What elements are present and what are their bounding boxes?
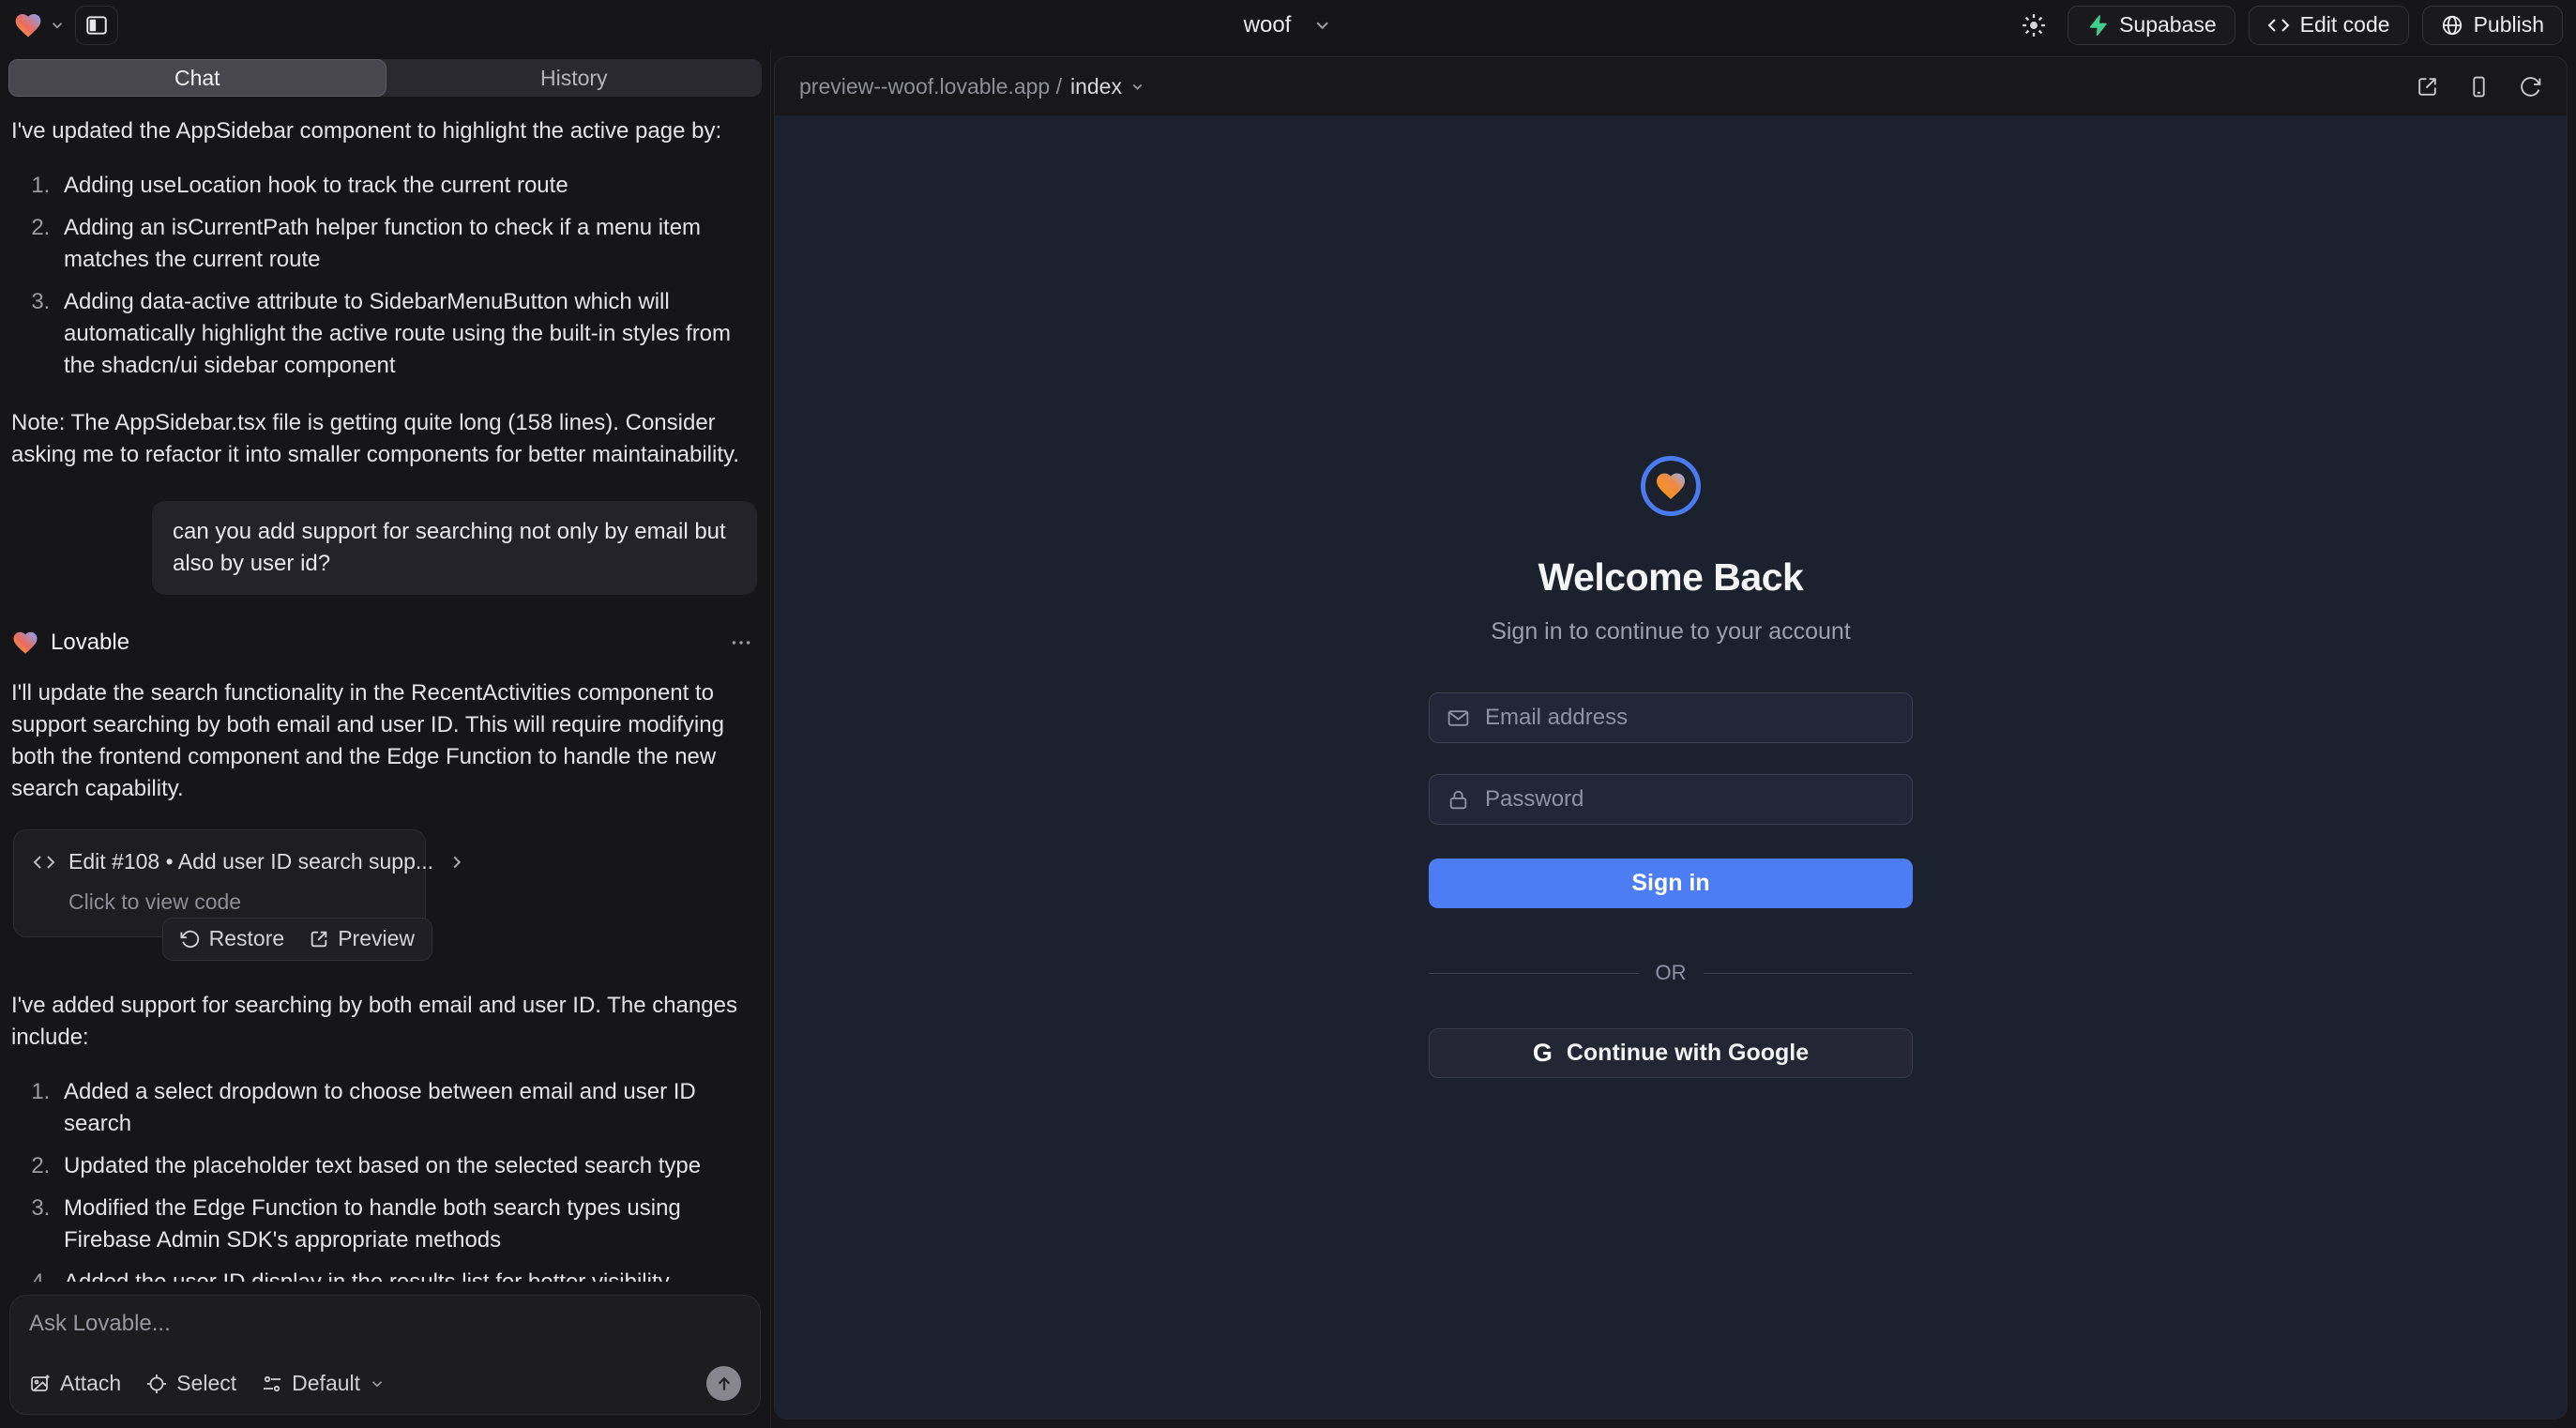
list-item: Added a select dropdown to choose betwee… [56, 1076, 759, 1140]
edit-code-label: Edit code [2300, 12, 2390, 38]
attach-label: Attach [60, 1371, 121, 1396]
chevron-down-icon[interactable] [1311, 15, 1332, 36]
tab-chat[interactable]: Chat [8, 59, 386, 97]
user-message: can you add support for searching not on… [152, 501, 757, 595]
preview-label: Preview [338, 923, 415, 954]
google-icon: G [1533, 1039, 1553, 1068]
topbar: woof Supabase Edit code Publish [0, 0, 2576, 50]
sidebar-toggle-button[interactable] [75, 6, 118, 45]
external-link-icon [309, 929, 329, 949]
send-button[interactable] [706, 1366, 741, 1401]
password-field-wrapper [1429, 774, 1913, 825]
chevron-right-icon[interactable] [447, 852, 467, 873]
gear-icon [2021, 12, 2047, 38]
chat-panel: Chat History I've updated the AppSidebar… [0, 50, 771, 1428]
or-divider: OR [1429, 961, 1913, 985]
heart-icon [1654, 469, 1688, 503]
edit-code-button[interactable]: Edit code [2249, 6, 2409, 45]
more-horizontal-icon [729, 630, 753, 655]
list-item: Adding useLocation hook to track the cur… [56, 170, 759, 202]
assistant-name: Lovable [51, 627, 129, 659]
email-field[interactable] [1485, 705, 1895, 731]
assistant-header: Lovable [11, 627, 759, 659]
chevron-down-icon [369, 1375, 386, 1392]
google-sign-in-button[interactable]: G Continue with Google [1429, 1028, 1913, 1078]
project-name[interactable]: woof [1244, 12, 1292, 38]
chevron-down-icon [49, 17, 66, 34]
preview-url-bar: preview--woof.lovable.app / index [775, 57, 2567, 115]
assistant-message-intro: I'll update the search functionality in … [11, 677, 759, 805]
list-item: Adding data-active attribute to SidebarM… [56, 286, 759, 382]
select-button[interactable]: Select [145, 1371, 236, 1396]
tab-history[interactable]: History [386, 59, 763, 97]
publish-label: Publish [2474, 12, 2544, 38]
message-more-button[interactable] [729, 630, 753, 655]
external-link-icon [2416, 75, 2439, 99]
lock-icon [1447, 788, 1470, 812]
image-plus-icon [29, 1373, 52, 1395]
chat-history-tabs: Chat History [8, 59, 762, 97]
login-form: Welcome Back Sign in to continue to your… [1429, 456, 1913, 1078]
select-label: Select [176, 1371, 236, 1396]
mail-icon [1447, 706, 1470, 730]
list-item: Modified the Edge Function to handle bot… [56, 1193, 759, 1256]
preview-url-host: preview--woof.lovable.app / [799, 74, 1062, 99]
restore-preview-bar: Restore Preview [162, 918, 432, 961]
panel-left-icon [84, 13, 109, 38]
refresh-button[interactable] [2519, 75, 2542, 99]
preview-route-select[interactable]: index [1070, 74, 1145, 99]
edit-card-subtitle: Click to view code [68, 887, 406, 918]
google-label: Continue with Google [1567, 1040, 1809, 1067]
publish-button[interactable]: Publish [2422, 6, 2563, 45]
supabase-button[interactable]: Supabase [2068, 6, 2235, 45]
mode-label: Default [292, 1371, 360, 1396]
login-title: Welcome Back [1538, 555, 1804, 600]
composer: Attach Select Default [9, 1295, 761, 1415]
attach-button[interactable]: Attach [29, 1371, 121, 1396]
chat-input[interactable] [29, 1311, 741, 1354]
settings-button[interactable] [2013, 6, 2054, 45]
lovable-logo-menu[interactable] [13, 10, 66, 40]
smartphone-icon [2467, 75, 2491, 99]
restore-label: Restore [209, 923, 285, 954]
mobile-view-button[interactable] [2467, 75, 2491, 99]
code-icon [33, 851, 55, 874]
password-field[interactable] [1485, 786, 1895, 813]
preview-button[interactable]: Preview [309, 923, 415, 954]
chat-messages: I've updated the AppSidebar component to… [0, 97, 770, 1282]
email-field-wrapper [1429, 692, 1913, 743]
assistant-message-intro: I've updated the AppSidebar component to… [11, 115, 759, 147]
assistant-message-summary: I've added support for searching by both… [11, 990, 759, 1054]
edit-card[interactable]: Edit #108 • Add user ID search supp... C… [13, 829, 426, 936]
sliders-icon [261, 1373, 283, 1395]
preview-route: index [1070, 74, 1122, 99]
lovable-heart-icon [13, 10, 43, 40]
edit-card-title: Edit #108 • Add user ID search supp... [68, 846, 433, 877]
restore-button[interactable]: Restore [180, 923, 285, 954]
arrow-up-icon [715, 1375, 734, 1393]
mode-select[interactable]: Default [261, 1371, 386, 1396]
preview-panel: preview--woof.lovable.app / index [774, 56, 2568, 1420]
app-logo [1641, 456, 1701, 516]
lovable-heart-icon [11, 629, 39, 657]
or-label: OR [1656, 961, 1687, 985]
globe-icon [2441, 14, 2463, 37]
preview-iframe: Welcome Back Sign in to continue to your… [775, 115, 2567, 1419]
assistant-list: Adding useLocation hook to track the cur… [11, 170, 759, 382]
code-icon [2267, 14, 2290, 37]
list-item: Adding an isCurrentPath helper function … [56, 212, 759, 276]
list-item: Added the user ID display in the results… [56, 1267, 759, 1282]
refresh-icon [2519, 75, 2542, 99]
list-item: Updated the placeholder text based on th… [56, 1150, 759, 1182]
supabase-label: Supabase [2119, 12, 2217, 38]
sign-in-button[interactable]: Sign in [1429, 858, 1913, 908]
login-subtitle: Sign in to continue to your account [1491, 618, 1851, 646]
supabase-icon [2086, 14, 2109, 37]
open-in-new-tab-button[interactable] [2416, 75, 2439, 99]
assistant-list: Added a select dropdown to choose betwee… [11, 1076, 759, 1282]
locate-icon [145, 1373, 168, 1395]
chevron-down-icon [1129, 79, 1145, 95]
restore-icon [180, 929, 201, 949]
assistant-note: Note: The AppSidebar.tsx file is getting… [11, 407, 759, 471]
